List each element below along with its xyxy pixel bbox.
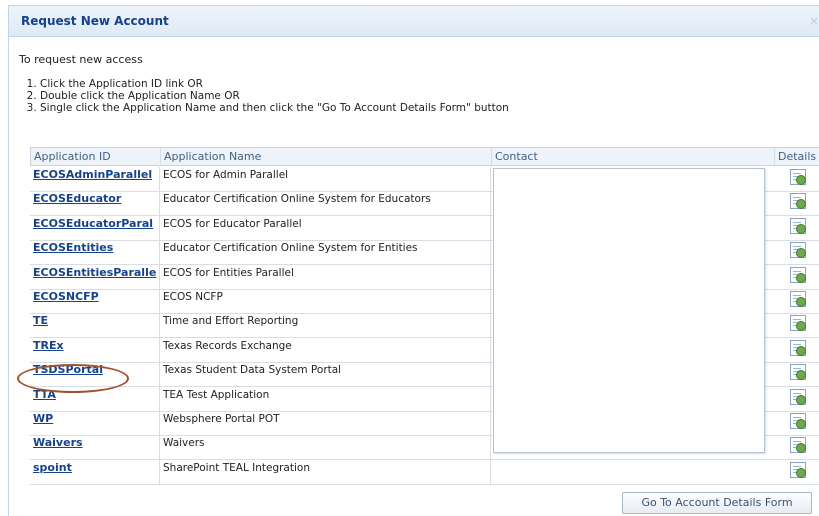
details-document-icon[interactable] bbox=[790, 437, 806, 453]
details-cell bbox=[774, 191, 819, 215]
grid-header: Application ID Application Name Contact … bbox=[30, 147, 819, 166]
details-cell bbox=[774, 313, 819, 337]
details-cell bbox=[774, 362, 819, 386]
details-document-icon[interactable] bbox=[790, 462, 806, 478]
column-header-contact[interactable]: Contact bbox=[492, 148, 775, 165]
application-id-link[interactable]: TREx bbox=[30, 338, 160, 362]
details-document-icon[interactable] bbox=[790, 340, 806, 356]
details-cell bbox=[774, 265, 819, 289]
details-cell bbox=[774, 240, 819, 264]
application-id-link[interactable]: ECOSNCFP bbox=[30, 289, 160, 313]
column-header-application-id[interactable]: Application ID bbox=[31, 148, 161, 165]
details-cell bbox=[774, 411, 819, 435]
application-id-link[interactable]: ECOSAdminParallel bbox=[30, 167, 160, 191]
contact-panel bbox=[493, 168, 765, 453]
application-name-cell[interactable]: Waivers bbox=[160, 435, 491, 459]
instructions-list: Click the Application ID link OR Double … bbox=[22, 78, 509, 114]
instruction-step: Single click the Application Name and th… bbox=[40, 102, 509, 114]
details-document-icon[interactable] bbox=[790, 218, 806, 234]
application-name-cell[interactable]: Time and Effort Reporting bbox=[160, 313, 491, 337]
close-icon[interactable]: × bbox=[809, 14, 819, 28]
application-name-cell[interactable]: Texas Records Exchange bbox=[160, 338, 491, 362]
details-document-icon[interactable] bbox=[790, 169, 806, 185]
application-id-link[interactable]: TE bbox=[30, 313, 160, 337]
application-id-link[interactable]: ECOSEducator bbox=[30, 191, 160, 215]
application-name-cell[interactable]: ECOS for Entities Parallel bbox=[160, 265, 491, 289]
details-document-icon[interactable] bbox=[790, 291, 806, 307]
go-to-account-details-button[interactable]: Go To Account Details Form bbox=[622, 492, 812, 514]
details-document-icon[interactable] bbox=[790, 193, 806, 209]
application-id-link[interactable]: Waivers bbox=[30, 435, 160, 459]
application-id-link[interactable]: ECOSEntitiesParalle bbox=[30, 265, 160, 289]
details-document-icon[interactable] bbox=[790, 413, 806, 429]
application-name-cell[interactable]: Websphere Portal POT bbox=[160, 411, 491, 435]
table-row[interactable]: spoint SharePoint TEAL Integration bbox=[30, 460, 819, 485]
application-name-cell[interactable]: ECOS for Admin Parallel bbox=[160, 167, 491, 191]
application-name-cell[interactable]: Texas Student Data System Portal bbox=[160, 362, 491, 386]
dialog-titlebar: Request New Account × bbox=[9, 6, 819, 37]
application-name-cell[interactable]: Educator Certification Online System for… bbox=[160, 240, 491, 264]
details-cell bbox=[774, 338, 819, 362]
application-id-link[interactable]: WP bbox=[30, 411, 160, 435]
details-document-icon[interactable] bbox=[790, 389, 806, 405]
application-name-cell[interactable]: SharePoint TEAL Integration bbox=[160, 460, 491, 484]
application-id-link[interactable]: ECOSEntities bbox=[30, 240, 160, 264]
details-cell bbox=[774, 289, 819, 313]
details-document-icon[interactable] bbox=[790, 242, 806, 258]
annotation-circle bbox=[17, 364, 129, 393]
details-document-icon[interactable] bbox=[790, 364, 806, 380]
intro-text: To request new access bbox=[19, 53, 143, 66]
details-cell bbox=[774, 435, 819, 459]
dialog-title: Request New Account bbox=[21, 14, 169, 28]
application-name-cell[interactable]: TEA Test Application bbox=[160, 387, 491, 411]
details-document-icon[interactable] bbox=[790, 315, 806, 331]
instruction-step: Double click the Application Name OR bbox=[40, 90, 509, 102]
application-name-cell[interactable]: ECOS for Educator Parallel bbox=[160, 216, 491, 240]
application-id-link[interactable]: ECOSEducatorParal bbox=[30, 216, 160, 240]
details-cell bbox=[774, 387, 819, 411]
column-header-details[interactable]: Details bbox=[775, 148, 819, 165]
application-name-cell[interactable]: ECOS NCFP bbox=[160, 289, 491, 313]
column-header-application-name[interactable]: Application Name bbox=[161, 148, 492, 165]
application-id-link[interactable]: spoint bbox=[30, 460, 160, 484]
instruction-step: Click the Application ID link OR bbox=[40, 78, 509, 90]
details-cell bbox=[774, 460, 819, 484]
application-name-cell[interactable]: Educator Certification Online System for… bbox=[160, 191, 491, 215]
details-cell bbox=[774, 216, 819, 240]
details-cell bbox=[774, 167, 819, 191]
details-document-icon[interactable] bbox=[790, 267, 806, 283]
